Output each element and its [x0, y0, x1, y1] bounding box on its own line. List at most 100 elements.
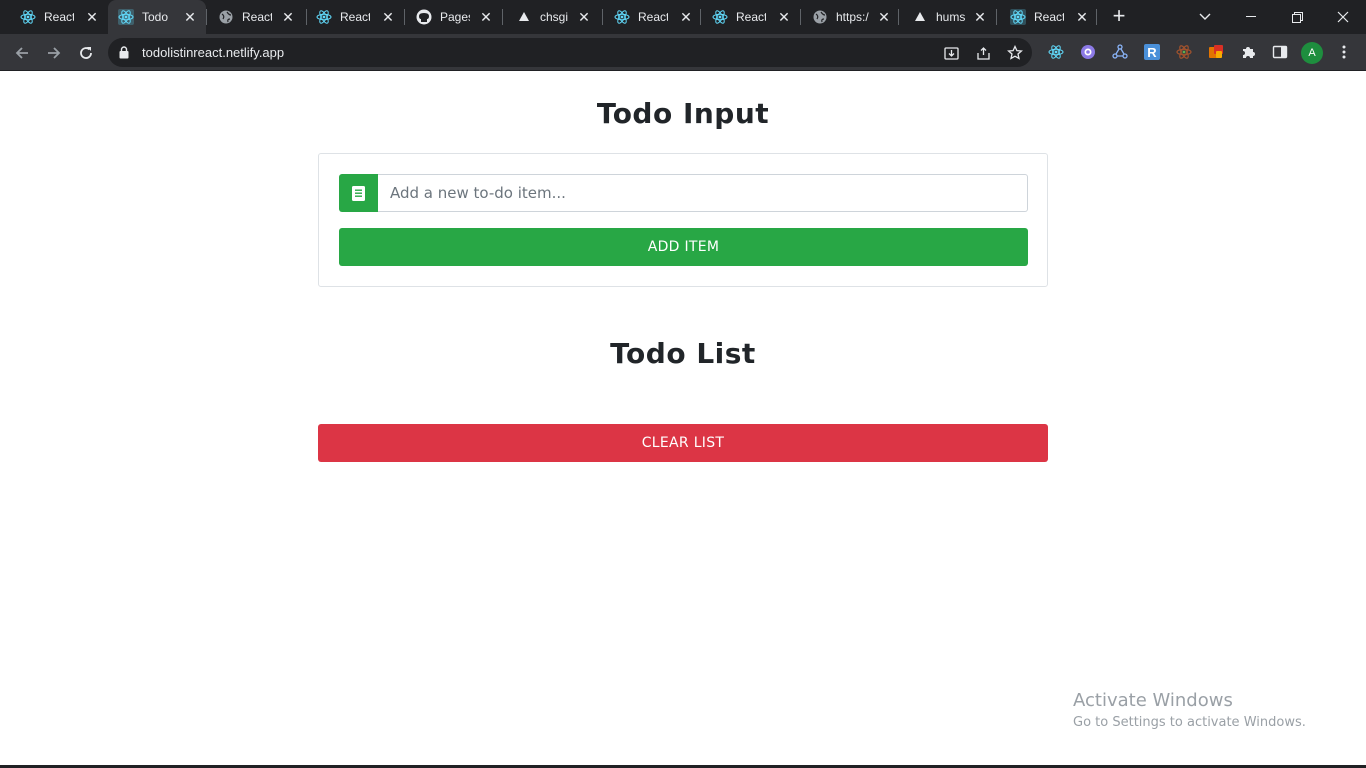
- tab-https[interactable]: https:/ ✕: [804, 0, 896, 34]
- vercel-icon: [912, 9, 928, 25]
- back-button[interactable]: [10, 41, 34, 65]
- vercel-icon: [516, 9, 532, 25]
- restore-icon: [1291, 11, 1303, 23]
- close-icon[interactable]: ✕: [280, 9, 296, 25]
- tab-search-button[interactable]: [1182, 0, 1228, 34]
- svg-text:R: R: [1147, 45, 1157, 60]
- close-icon[interactable]: ✕: [1074, 9, 1090, 25]
- close-icon[interactable]: ✕: [972, 9, 988, 25]
- restore-button[interactable]: [1274, 0, 1320, 34]
- tab-title: Pages: [440, 10, 470, 24]
- close-icon[interactable]: ✕: [876, 9, 892, 25]
- minimize-icon: [1246, 16, 1256, 17]
- page-content: Todo Input ADD ITEM Todo List CLEAR LIST…: [0, 71, 1366, 768]
- windows-activation-watermark: Activate Windows Go to Settings to activ…: [1073, 690, 1306, 730]
- url-text: todolistinreact.netlify.app: [142, 45, 285, 60]
- graph-extension-icon[interactable]: [1110, 42, 1130, 62]
- tab-separator: [996, 9, 997, 25]
- tab-title: Todo L: [142, 10, 172, 24]
- close-icon[interactable]: ✕: [776, 9, 792, 25]
- tab-title: https:/: [836, 10, 869, 24]
- tab-title: React: [736, 10, 766, 24]
- globe-icon: [812, 9, 828, 25]
- watermark-title: Activate Windows: [1073, 690, 1233, 711]
- arrow-left-icon: [15, 47, 28, 59]
- tab-vercel-1[interactable]: chsgi ✕: [506, 0, 598, 34]
- react-icon: [1010, 9, 1026, 25]
- react-icon: [712, 9, 728, 25]
- close-icon[interactable]: ✕: [478, 9, 494, 25]
- react-devtools-extension-icon[interactable]: [1046, 42, 1066, 62]
- address-bar[interactable]: todolistinreact.netlify.app: [108, 38, 1032, 67]
- lock-icon: [119, 46, 129, 59]
- tab-title: React: [1034, 10, 1064, 24]
- globe-icon: [218, 9, 234, 25]
- tab-vercel-2[interactable]: hums ✕: [902, 0, 994, 34]
- close-window-button[interactable]: [1320, 0, 1366, 34]
- react-icon: [20, 9, 36, 25]
- react-icon: [316, 9, 332, 25]
- todo-input-heading: Todo Input: [596, 97, 770, 130]
- forward-button[interactable]: [42, 41, 66, 65]
- tab-react-1[interactable]: React ✕: [10, 0, 102, 34]
- tab-separator: [404, 9, 405, 25]
- close-icon[interactable]: ✕: [84, 9, 100, 25]
- close-icon: [1337, 11, 1349, 23]
- tab-react-4[interactable]: React ✕: [606, 0, 698, 34]
- profile-avatar[interactable]: A: [1301, 42, 1323, 64]
- tab-separator: [602, 9, 603, 25]
- reload-icon: [80, 47, 92, 59]
- react-icon: [614, 9, 630, 25]
- side-panel-icon[interactable]: [1270, 42, 1290, 62]
- share-icon[interactable]: [974, 44, 992, 62]
- close-icon[interactable]: ✕: [380, 9, 396, 25]
- todo-list-heading: Todo List: [610, 337, 756, 370]
- tab-title: React: [44, 10, 74, 24]
- puzzle-extensions-icon[interactable]: [1238, 42, 1258, 62]
- chat-extension-icon[interactable]: [1078, 42, 1098, 62]
- more-menu-icon[interactable]: [1334, 42, 1354, 62]
- tab-react-5[interactable]: React ✕: [704, 0, 796, 34]
- tab-separator: [800, 9, 801, 25]
- tools-extension-icon[interactable]: [1206, 42, 1226, 62]
- todo-input-card: ADD ITEM: [318, 153, 1048, 287]
- tab-separator: [206, 9, 207, 25]
- install-icon[interactable]: [942, 44, 960, 62]
- tab-title: chsgi: [540, 10, 569, 24]
- close-icon[interactable]: ✕: [576, 9, 592, 25]
- todo-input-group: [339, 174, 1028, 212]
- new-tab-button[interactable]: +: [1108, 5, 1130, 28]
- minimize-button[interactable]: [1228, 0, 1274, 34]
- book-icon: [352, 185, 365, 201]
- watermark-subtitle: Go to Settings to activate Windows.: [1073, 715, 1306, 730]
- tab-todo-list[interactable]: Todo L ✕: [108, 0, 206, 34]
- browser-toolbar: todolistinreact.netlify.app R A: [0, 34, 1366, 71]
- tab-separator: [1096, 9, 1097, 25]
- close-icon[interactable]: ✕: [182, 9, 198, 25]
- todo-input-field[interactable]: [378, 174, 1028, 212]
- tab-react-3[interactable]: React ✕: [308, 0, 400, 34]
- tab-github-pages[interactable]: Pages ✕: [406, 0, 498, 34]
- tab-separator: [898, 9, 899, 25]
- r-extension-icon[interactable]: R: [1142, 42, 1162, 62]
- redux-extension-icon[interactable]: [1174, 42, 1194, 62]
- tab-strip: React ✕ Todo L ✕ React ✕ React ✕ Pages ✕…: [0, 0, 1366, 34]
- tab-separator: [700, 9, 701, 25]
- tab-title: hums: [936, 10, 966, 24]
- github-icon: [416, 9, 432, 25]
- arrow-right-icon: [48, 47, 61, 59]
- tab-title: React: [638, 10, 668, 24]
- tab-react-6[interactable]: React ✕: [1000, 0, 1092, 34]
- book-icon-prefix: [339, 174, 378, 212]
- chevron-down-icon: [1199, 13, 1211, 20]
- reload-button[interactable]: [74, 41, 98, 65]
- clear-list-button[interactable]: CLEAR LIST: [318, 424, 1048, 462]
- tab-separator: [502, 9, 503, 25]
- bookmark-star-icon[interactable]: [1006, 44, 1024, 62]
- tab-title: React: [340, 10, 370, 24]
- close-icon[interactable]: ✕: [678, 9, 694, 25]
- add-item-button[interactable]: ADD ITEM: [339, 228, 1028, 266]
- tab-react-2[interactable]: React ✕: [210, 0, 302, 34]
- react-icon: [118, 9, 134, 25]
- tab-separator: [306, 9, 307, 25]
